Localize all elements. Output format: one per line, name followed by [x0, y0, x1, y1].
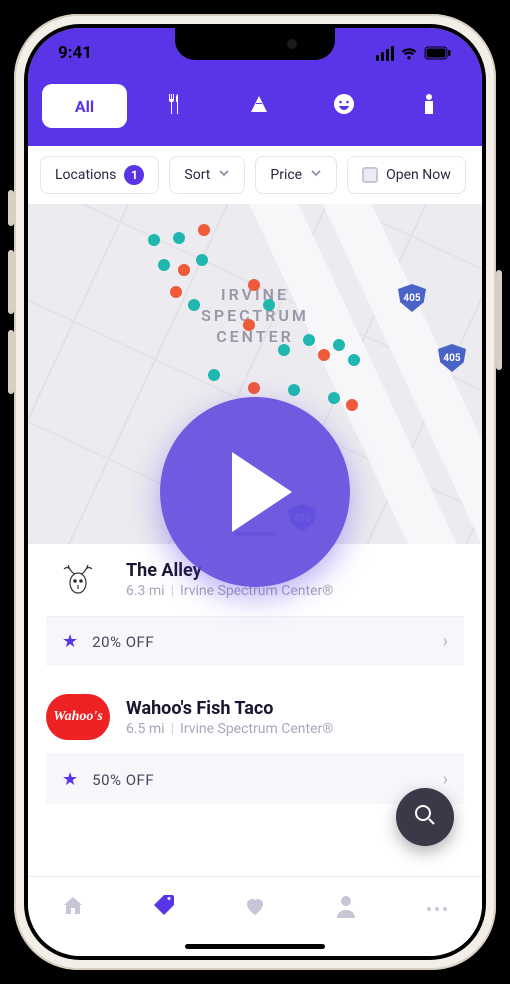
- star-icon: ★: [62, 631, 78, 652]
- map-pin[interactable]: [333, 339, 345, 351]
- search-fab[interactable]: [396, 788, 454, 846]
- status-time: 9:41: [58, 43, 92, 63]
- map-pin[interactable]: [303, 334, 315, 346]
- tab-all[interactable]: All: [42, 84, 127, 128]
- tab-shop[interactable]: [220, 84, 297, 128]
- nav-profile[interactable]: [326, 888, 366, 928]
- map-pin[interactable]: [196, 254, 208, 266]
- tab-food[interactable]: [135, 84, 212, 128]
- map-pin[interactable]: [173, 232, 185, 244]
- map-pin[interactable]: [248, 279, 260, 291]
- filter-locations-label: Locations: [55, 167, 116, 183]
- person-icon: [421, 93, 437, 119]
- smile-icon: [333, 93, 355, 119]
- tab-all-label: All: [75, 97, 94, 116]
- filter-sort[interactable]: Sort: [169, 156, 245, 194]
- filter-open-now[interactable]: Open Now: [347, 156, 466, 194]
- map-pin[interactable]: [288, 384, 300, 396]
- wifi-icon: [400, 46, 418, 60]
- chevron-down-icon: [310, 167, 322, 183]
- play-button[interactable]: [160, 397, 350, 587]
- nav-favorites[interactable]: [235, 888, 275, 928]
- search-icon: [414, 804, 436, 830]
- filter-price-label: Price: [270, 167, 302, 183]
- map-pin[interactable]: [170, 286, 182, 298]
- map-pin[interactable]: [178, 264, 190, 276]
- map-pin[interactable]: [328, 392, 340, 404]
- home-icon: [61, 894, 85, 922]
- list-item[interactable]: Wahoo's Wahoo's Fish Taco 6.5 mi|Irvine …: [28, 682, 482, 804]
- tab-fun[interactable]: [305, 84, 382, 128]
- merchant-sub: 6.3 mi|Irvine Spectrum Center®: [126, 583, 333, 599]
- map-pin[interactable]: [348, 354, 360, 366]
- tab-services[interactable]: [391, 84, 468, 128]
- map-center-label: IRVINE SPECTRUM CENTER: [201, 285, 309, 347]
- map-pin[interactable]: [318, 349, 330, 361]
- locations-count-badge: 1: [124, 165, 144, 185]
- merchant-logo: Wahoo's: [46, 694, 110, 740]
- map-pin[interactable]: [243, 319, 255, 331]
- filter-price[interactable]: Price: [255, 156, 337, 194]
- category-nav: All: [28, 78, 482, 146]
- map-pin[interactable]: [248, 382, 260, 394]
- merchant-logo: [46, 556, 110, 602]
- status-icons: [376, 46, 452, 61]
- nav-deals[interactable]: [144, 888, 184, 928]
- checkbox-icon: [362, 167, 378, 183]
- map-pin[interactable]: [148, 234, 160, 246]
- chevron-right-icon: ›: [443, 631, 448, 652]
- map-pin[interactable]: [278, 344, 290, 356]
- chevron-down-icon: [218, 167, 230, 183]
- nav-more[interactable]: [417, 888, 457, 928]
- map-pin[interactable]: [346, 399, 358, 411]
- map-pin[interactable]: [188, 299, 200, 311]
- chevron-right-icon: ›: [443, 769, 448, 790]
- map-pin[interactable]: [198, 224, 210, 236]
- filter-open-now-label: Open Now: [386, 167, 451, 183]
- battery-icon: [424, 46, 452, 60]
- map-pin[interactable]: [158, 259, 170, 271]
- phone-frame: 9:41 All: [14, 14, 496, 970]
- offer-text: 50% OFF: [92, 771, 428, 789]
- screen: 9:41 All: [28, 28, 482, 956]
- heart-icon: [243, 894, 267, 922]
- nav-home[interactable]: [53, 888, 93, 928]
- device-notch: [175, 28, 335, 60]
- merchant-sub: 6.5 mi|Irvine Spectrum Center®: [126, 721, 333, 737]
- offer-row[interactable]: ★ 50% OFF ›: [46, 754, 464, 804]
- offer-text: 20% OFF: [92, 633, 428, 651]
- fork-knife-icon: [164, 93, 184, 119]
- map-pin[interactable]: [263, 299, 275, 311]
- offer-row[interactable]: ★ 20% OFF ›: [46, 616, 464, 666]
- play-icon: [232, 452, 292, 532]
- user-icon: [335, 894, 357, 922]
- filter-locations[interactable]: Locations 1: [40, 156, 159, 194]
- tag-icon: [151, 893, 177, 923]
- more-icon: [425, 898, 449, 917]
- home-indicator: [185, 944, 325, 949]
- bag-icon: [248, 94, 270, 118]
- signal-icon: [376, 46, 394, 61]
- merchant-name: Wahoo's Fish Taco: [126, 698, 333, 719]
- star-icon: ★: [62, 769, 78, 790]
- filter-row: Locations 1 Sort Price Open Now: [28, 146, 482, 204]
- map-pin[interactable]: [208, 369, 220, 381]
- filter-sort-label: Sort: [184, 167, 210, 183]
